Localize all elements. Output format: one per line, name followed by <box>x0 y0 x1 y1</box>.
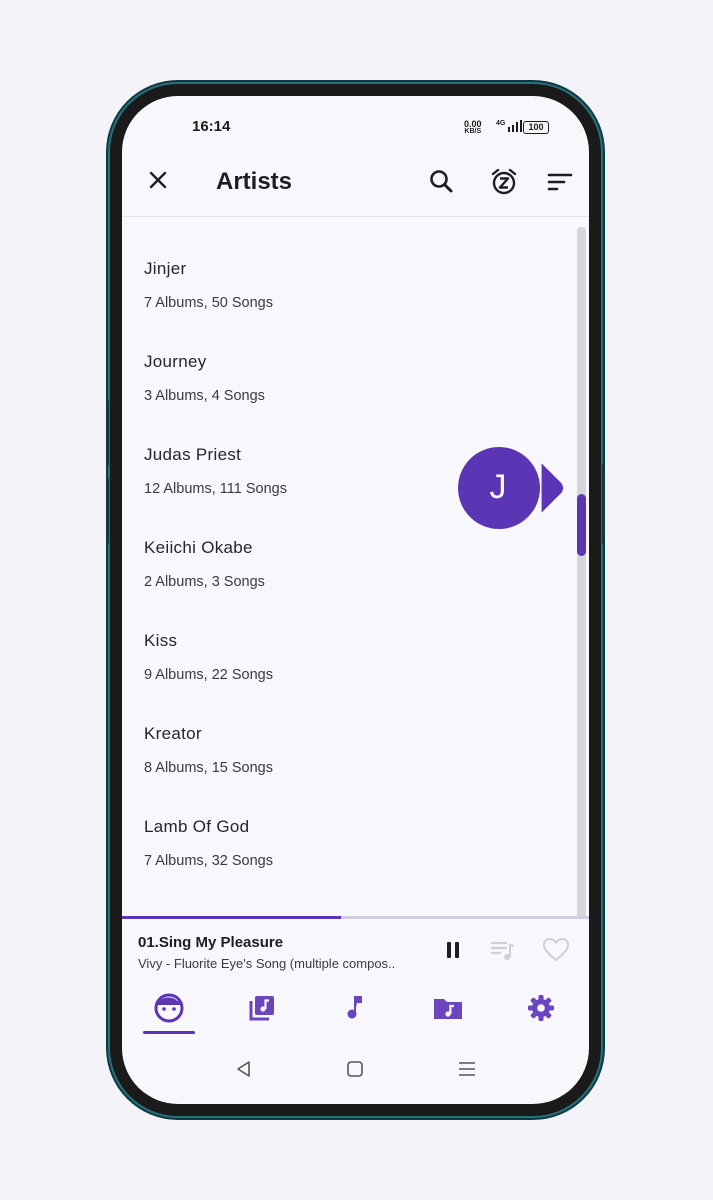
list-item[interactable]: Journey 3 Albums, 4 Songs <box>144 352 524 445</box>
heart-icon[interactable] <box>542 937 570 963</box>
alarm-z-icon[interactable] <box>490 168 518 196</box>
now-playing-artist: Vivy - Fluorite Eye's Song (multiple com… <box>138 956 396 971</box>
close-icon[interactable] <box>146 168 170 192</box>
artist-info: 12 Albums, 111 Songs <box>144 481 287 497</box>
signal-label: 4G <box>496 120 506 127</box>
artist-info: 9 Albums, 22 Songs <box>144 667 273 683</box>
artist-name: Journey <box>144 352 207 371</box>
list-item[interactable]: Kreator 8 Albums, 15 Songs <box>144 724 524 817</box>
scrollbar-track[interactable] <box>577 227 586 927</box>
artist-name: Jinjer <box>144 259 187 278</box>
power-button <box>602 464 605 544</box>
bottom-nav <box>122 980 589 1040</box>
list-item[interactable]: Keiichi Okabe 2 Albums, 3 Songs <box>144 538 524 631</box>
artist-info: 2 Albums, 3 Songs <box>144 574 265 590</box>
page-title: Artists <box>216 168 293 195</box>
status-bar: 16:14 0.00 KB/S 4G 100 <box>122 96 589 152</box>
artist-info: 8 Albums, 15 Songs <box>144 760 273 776</box>
menu-icon[interactable] <box>456 1058 478 1080</box>
list-item[interactable]: Lamb Of God 7 Albums, 32 Songs <box>144 817 524 893</box>
artist-name: Kreator <box>144 724 202 743</box>
search-icon[interactable] <box>428 168 456 196</box>
back-icon[interactable] <box>233 1058 255 1080</box>
artist-name: Lamb Of God <box>144 817 250 836</box>
tab-songs[interactable] <box>335 988 375 1028</box>
volume-button <box>106 478 109 544</box>
pause-icon[interactable] <box>440 937 466 963</box>
screen: 16:14 0.00 KB/S 4G 100 Artists Jinjer 7 … <box>122 96 589 1104</box>
gear-icon <box>528 995 554 1021</box>
tab-albums[interactable] <box>242 988 282 1028</box>
status-time: 16:14 <box>192 118 231 135</box>
artists-list[interactable]: Jinjer 7 Albums, 50 Songs Journey 3 Albu… <box>122 217 589 893</box>
net-speed-value: 0.00 <box>464 119 482 129</box>
now-playing-title: 01.Sing My Pleasure <box>138 934 284 951</box>
tab-indicator <box>143 1031 195 1034</box>
artist-name: Judas Priest <box>144 445 242 464</box>
music-note-icon <box>347 996 362 1019</box>
net-speed-unit: KB/S <box>464 128 482 135</box>
list-item[interactable]: Kiss 9 Albums, 22 Songs <box>144 631 524 724</box>
artist-info: 7 Albums, 32 Songs <box>144 853 273 869</box>
artist-info: 7 Albums, 50 Songs <box>144 295 273 311</box>
bubble-letter: J <box>489 468 507 506</box>
scroll-letter-bubble: J <box>458 447 540 529</box>
phone-frame: 16:14 0.00 KB/S 4G 100 Artists Jinjer 7 … <box>106 84 605 1116</box>
face-icon <box>154 993 184 1023</box>
net-speed: 0.00 KB/S <box>464 120 482 136</box>
folder-music-icon <box>434 999 462 1019</box>
tab-folders[interactable] <box>428 988 468 1028</box>
scrollbar-thumb[interactable] <box>577 494 586 556</box>
mini-player[interactable]: 01.Sing My Pleasure Vivy - Fluorite Eye'… <box>122 919 589 979</box>
list-item[interactable]: Jinjer 7 Albums, 50 Songs <box>144 259 524 352</box>
tab-settings[interactable] <box>521 988 561 1028</box>
home-icon[interactable] <box>344 1058 366 1080</box>
artist-name: Kiss <box>144 631 178 650</box>
album-library-icon <box>249 996 274 1021</box>
signal-bars-icon <box>507 120 522 132</box>
system-nav-bar <box>122 1040 589 1104</box>
app-bar: Artists <box>122 152 589 217</box>
signal-icon: 4G <box>496 120 522 132</box>
artist-info: 3 Albums, 4 Songs <box>144 388 265 404</box>
tab-artists[interactable] <box>149 988 189 1028</box>
artist-name: Keiichi Okabe <box>144 538 253 557</box>
volume-button <box>106 400 109 466</box>
battery-icon: 100 <box>523 121 549 134</box>
sort-icon[interactable] <box>546 168 574 196</box>
queue-icon[interactable] <box>490 937 516 963</box>
